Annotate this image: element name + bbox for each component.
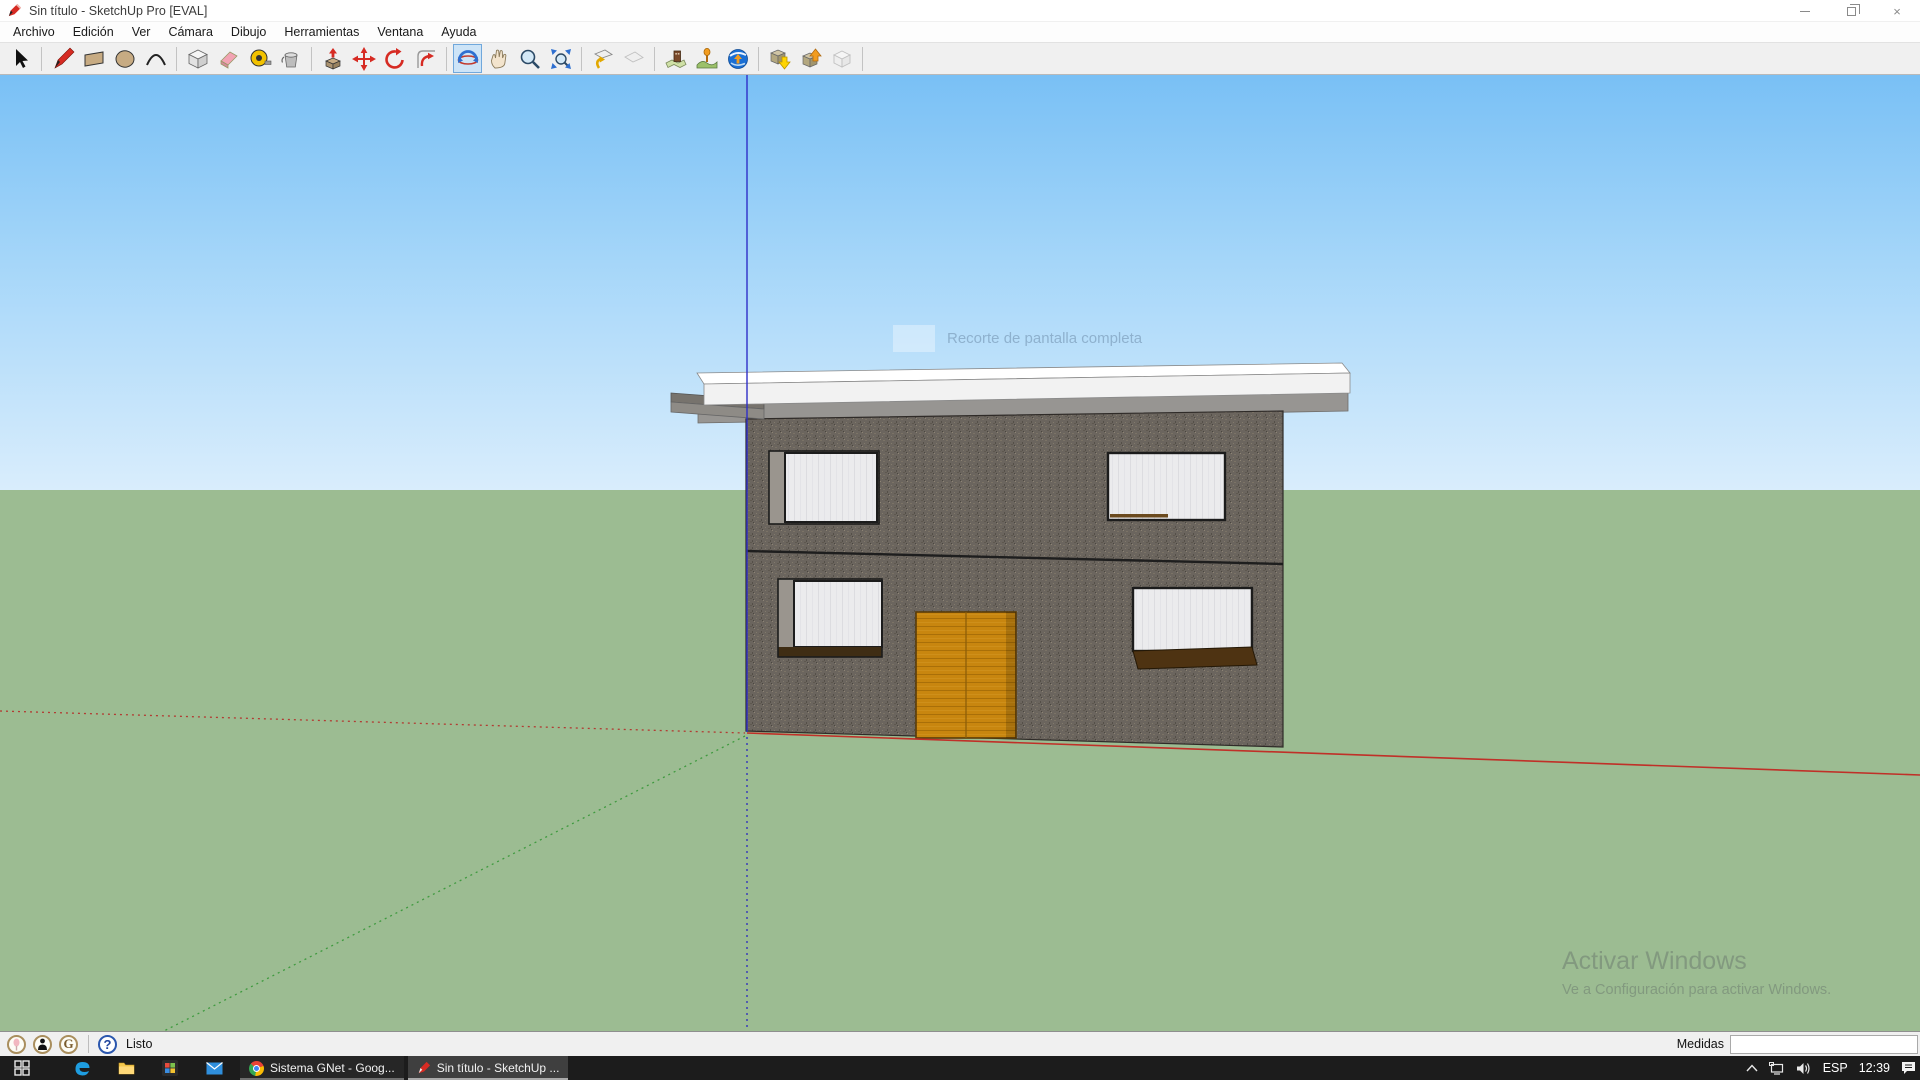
windows-taskbar: Sistema GNet - Goog... Sin título - Sket…: [0, 1056, 1920, 1080]
paint-bucket-tool-icon[interactable]: [276, 44, 305, 73]
toolbar-divider: [758, 47, 759, 71]
tray-chevron-icon[interactable]: [1746, 1064, 1758, 1072]
chrome-window-label: Sistema GNet - Goog...: [270, 1061, 395, 1075]
zoom-extents-tool-icon[interactable]: [546, 44, 575, 73]
select-tool-icon[interactable]: [6, 44, 35, 73]
toolbar-divider: [862, 47, 863, 71]
statusbar-divider: [88, 1035, 89, 1053]
network-icon[interactable]: [1769, 1062, 1785, 1075]
start-button[interactable]: [0, 1056, 44, 1080]
sketchup-taskbar-icon: [417, 1061, 431, 1075]
start-icon: [14, 1060, 30, 1076]
circle-tool-icon[interactable]: [110, 44, 139, 73]
photo-textures-tool-icon[interactable]: [723, 44, 752, 73]
status-text: Listo: [126, 1037, 152, 1051]
red-axis-dotted: [0, 711, 745, 733]
window-lower-left[interactable]: [778, 579, 882, 657]
toolbar-divider: [176, 47, 177, 71]
arc-tool-icon[interactable]: [141, 44, 170, 73]
menu-dibujo[interactable]: Dibujo: [222, 23, 275, 41]
minimize-icon: [1800, 11, 1810, 12]
claim-credit-icon[interactable]: [33, 1035, 52, 1054]
rectangle-tool-icon[interactable]: [79, 44, 108, 73]
toggle-terrain-tool-icon[interactable]: [692, 44, 721, 73]
status-bar: G ? Listo Medidas: [0, 1032, 1920, 1056]
measurements-input[interactable]: [1730, 1035, 1918, 1054]
toolbar-divider: [654, 47, 655, 71]
measurements-area: Medidas: [1677, 1032, 1918, 1056]
line-tool-icon[interactable]: [48, 44, 77, 73]
close-icon: ×: [1893, 4, 1901, 19]
make-component-tool-icon[interactable]: [183, 44, 212, 73]
taskbar-button-sketchup[interactable]: Sin título - SketchUp ...: [408, 1056, 569, 1080]
window-title: Sin título - SketchUp Pro [EVAL]: [29, 4, 207, 18]
snipping-tool-ghost: Recorte de pantalla completa: [893, 325, 1142, 352]
file-explorer-icon[interactable]: [104, 1056, 148, 1080]
push-pull-tool-icon[interactable]: [318, 44, 347, 73]
volume-icon[interactable]: [1796, 1062, 1812, 1075]
title-bar: Sin título - SketchUp Pro [EVAL] ×: [0, 0, 1920, 22]
taskbar-button-chrome[interactable]: Sistema GNet - Goog...: [240, 1056, 404, 1080]
ghost-label: Recorte de pantalla completa: [947, 330, 1142, 347]
sign-in-icon[interactable]: G: [59, 1035, 78, 1054]
ghost-thumbnail: [893, 325, 935, 352]
action-center-icon[interactable]: [1901, 1061, 1916, 1075]
menu-camara[interactable]: Cámara: [159, 23, 221, 41]
clock[interactable]: 12:39: [1859, 1061, 1890, 1075]
next-view-tool-icon[interactable]: [619, 44, 648, 73]
restore-icon: [1847, 7, 1856, 16]
previous-view-tool-icon[interactable]: [588, 44, 617, 73]
restore-button[interactable]: [1828, 0, 1874, 22]
toolbar-divider: [311, 47, 312, 71]
sketchup-window: Sin título - SketchUp Pro [EVAL] × Archi…: [0, 0, 1920, 1080]
menu-archivo[interactable]: Archivo: [4, 23, 64, 41]
toolbar-divider: [446, 47, 447, 71]
toolbar-divider: [581, 47, 582, 71]
microsoft-store-icon[interactable]: [148, 1056, 192, 1080]
window-lower-right[interactable]: [1133, 588, 1257, 669]
activate-windows-watermark: Activar Windows Ve a Configuración para …: [1562, 947, 1831, 998]
window-controls: ×: [1782, 0, 1920, 22]
red-axis-solid: [747, 733, 1920, 775]
move-tool-icon[interactable]: [349, 44, 378, 73]
menu-bar: Archivo Edición Ver Cámara Dibujo Herram…: [0, 22, 1920, 42]
menu-edicion[interactable]: Edición: [64, 23, 123, 41]
house-model[interactable]: [0, 75, 1920, 1032]
share-model-tool-icon[interactable]: [796, 44, 825, 73]
getting-started-toolbar: [0, 42, 1920, 75]
tape-measure-tool-icon[interactable]: [245, 44, 274, 73]
window-upper-left[interactable]: [769, 451, 879, 524]
model-viewport[interactable]: Recorte de pantalla completa Activar Win…: [0, 75, 1920, 1032]
sketchup-logo-icon: [7, 3, 22, 18]
add-location-tool-icon[interactable]: [661, 44, 690, 73]
menu-ventana[interactable]: Ventana: [368, 23, 432, 41]
edge-taskbar-icon[interactable]: [60, 1056, 104, 1080]
get-models-tool-icon[interactable]: [765, 44, 794, 73]
front-door[interactable]: [916, 612, 1016, 738]
help-icon[interactable]: ?: [98, 1035, 117, 1054]
pan-tool-icon[interactable]: [484, 44, 513, 73]
chrome-icon: [249, 1061, 264, 1076]
language-indicator[interactable]: ESP: [1823, 1061, 1848, 1075]
orbit-tool-icon[interactable]: [453, 44, 482, 73]
measurements-label: Medidas: [1677, 1037, 1724, 1051]
green-axis-dotted: [162, 736, 745, 1032]
menu-ayuda[interactable]: Ayuda: [432, 23, 485, 41]
eraser-tool-icon[interactable]: [214, 44, 243, 73]
components-tool-icon[interactable]: [827, 44, 856, 73]
window-upper-right[interactable]: [1108, 453, 1225, 520]
menu-ver[interactable]: Ver: [123, 23, 160, 41]
zoom-tool-icon[interactable]: [515, 44, 544, 73]
mail-icon[interactable]: [192, 1056, 236, 1080]
system-tray: ESP 12:39: [1746, 1056, 1916, 1080]
rotate-tool-icon[interactable]: [380, 44, 409, 73]
geolocation-icon[interactable]: [7, 1035, 26, 1054]
toolbar-divider: [41, 47, 42, 71]
minimize-button[interactable]: [1782, 0, 1828, 22]
sketchup-window-label: Sin título - SketchUp ...: [437, 1061, 560, 1075]
offset-tool-icon[interactable]: [411, 44, 440, 73]
close-button[interactable]: ×: [1874, 0, 1920, 22]
menu-herramientas[interactable]: Herramientas: [275, 23, 368, 41]
